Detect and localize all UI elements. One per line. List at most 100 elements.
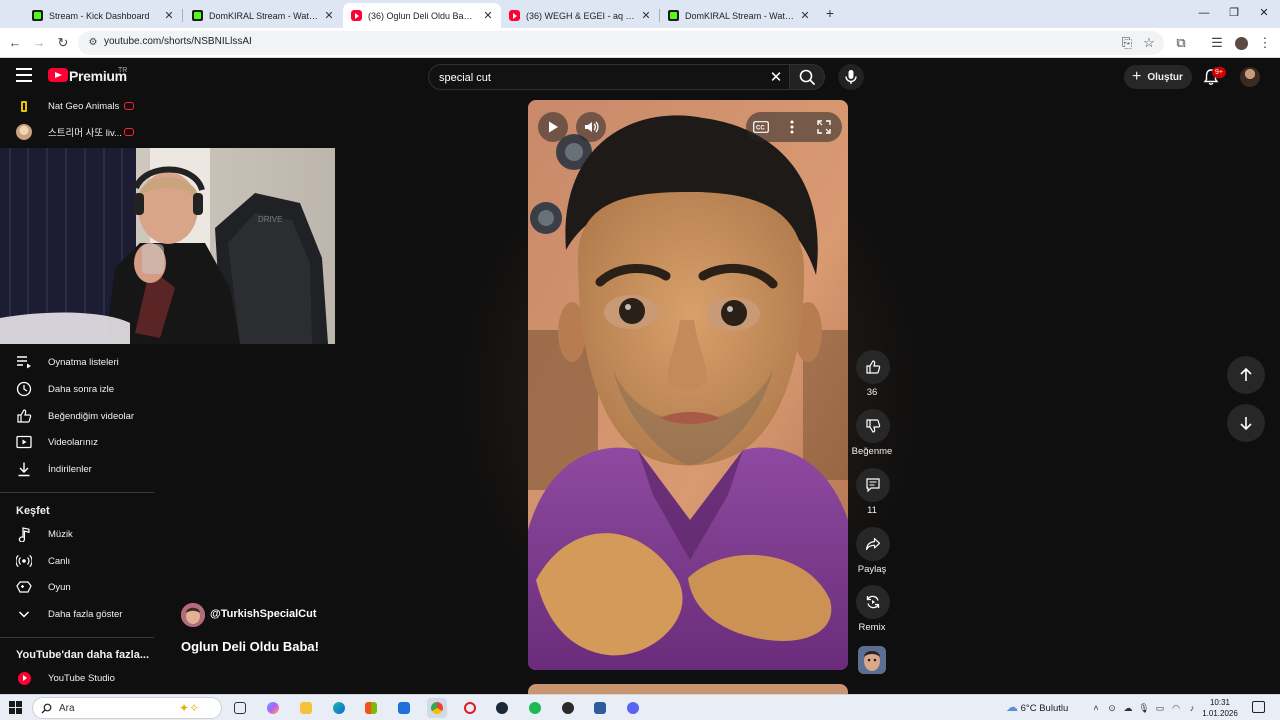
close-icon[interactable]: ✕ — [162, 9, 176, 22]
channel-avatar[interactable] — [181, 603, 205, 627]
weather-widget[interactable]: ☁ 6°C Bulutlu — [1006, 700, 1068, 714]
guide-item-live[interactable]: Canlı — [0, 548, 160, 574]
steam-icon[interactable] — [492, 698, 512, 718]
guide-item-your-videos[interactable]: Videolarınız — [0, 429, 160, 455]
shorts-video-player[interactable] — [528, 100, 848, 670]
create-label: Oluştur — [1147, 71, 1183, 83]
minimize-button[interactable]: — — [1192, 4, 1216, 22]
browser-tab-3[interactable]: (36) Oglun Deli Oldu Baba! - Yo ✕ — [343, 3, 501, 28]
microphone-icon[interactable]: 🎙 — [1138, 702, 1150, 714]
new-tab-button[interactable]: + — [822, 5, 838, 21]
more-options-button[interactable] — [780, 115, 804, 139]
copilot-icon[interactable] — [263, 698, 283, 718]
play-button[interactable] — [538, 112, 568, 142]
logo-country-code: TR — [118, 67, 128, 74]
site-info-icon[interactable]: ⚙ — [86, 35, 100, 51]
browser-menu-icon[interactable]: ⋮ — [1256, 34, 1274, 52]
like-count: 36 — [866, 387, 878, 398]
discord-icon[interactable] — [623, 698, 643, 718]
voice-search-button[interactable] — [838, 64, 864, 90]
reading-list-icon[interactable]: ☰ — [1208, 34, 1226, 52]
install-app-icon[interactable]: ⎘ — [1118, 34, 1136, 52]
browser-tab-4[interactable]: (36) WEGH & EGEI - aq (Officia ✕ — [501, 3, 660, 28]
spotify-icon[interactable] — [525, 698, 545, 718]
back-arrow-icon[interactable]: ← — [6, 34, 24, 52]
captions-button[interactable]: CC — [749, 115, 773, 139]
address-bar[interactable]: ⚙ youtube.com/shorts/NSBNILlssAI ⎘ ☆ — [78, 31, 1164, 55]
reload-icon[interactable]: ↻ — [54, 34, 72, 52]
network-icon[interactable]: ▭ — [1154, 702, 1166, 714]
task-view-icon[interactable] — [230, 698, 250, 718]
obs-icon[interactable] — [558, 698, 578, 718]
previous-short-button[interactable] — [1227, 356, 1265, 394]
guide-item-watch-later[interactable]: Daha sonra izle — [0, 376, 160, 402]
create-button[interactable]: + Oluştur — [1124, 65, 1192, 89]
guide-item-downloads[interactable]: İndirilenler — [0, 456, 160, 482]
guide-item-liked-videos[interactable]: Beğendiğim videolar — [0, 403, 160, 429]
guide-item-playlists[interactable]: Oynatma listeleri — [0, 349, 160, 375]
tab-title: (36) Oglun Deli Oldu Baba! - Yo — [368, 10, 477, 21]
extensions-icon[interactable]: ⧉ — [1172, 34, 1190, 52]
dislike-button[interactable] — [856, 409, 890, 443]
edge-icon[interactable] — [329, 698, 349, 718]
close-icon[interactable]: ✕ — [481, 9, 495, 22]
forward-arrow-icon[interactable]: → — [30, 34, 48, 52]
chevron-up-icon[interactable]: ˄ — [1090, 702, 1102, 714]
subscription-item[interactable]: Nat Geo Animals — [0, 93, 160, 119]
close-icon[interactable]: ✕ — [322, 9, 336, 22]
mail-icon[interactable] — [394, 698, 414, 718]
channel-handle[interactable]: @TurkishSpecialCut — [210, 608, 317, 620]
app-icon[interactable] — [590, 698, 610, 718]
guide-label: Videolarınız — [48, 436, 98, 448]
browser-tab-2[interactable]: DomKIRAL Stream - Watch Live ✕ — [184, 3, 342, 28]
guide-item-gaming[interactable]: Oyun — [0, 574, 160, 600]
search-input[interactable] — [439, 70, 759, 86]
next-short-button[interactable] — [1227, 404, 1265, 442]
webcam-overlay: DRIVE — [0, 148, 335, 344]
browser-tab-5[interactable]: DomKIRAL Stream - Watch Live ✕ — [660, 3, 818, 28]
subscription-item[interactable]: 스트리머 사또 liv... — [0, 119, 160, 145]
close-icon[interactable]: ✕ — [639, 9, 653, 22]
like-button[interactable] — [856, 350, 890, 384]
guide-item-show-more[interactable]: Daha fazla göster — [0, 601, 160, 627]
remix-button[interactable] — [856, 585, 890, 619]
close-icon[interactable]: ✕ — [798, 9, 812, 22]
wifi-icon[interactable]: ◠ — [1170, 702, 1182, 714]
file-explorer-icon[interactable] — [296, 698, 316, 718]
hamburger-menu-icon[interactable] — [16, 68, 32, 82]
notification-center-icon[interactable] — [1252, 701, 1265, 713]
taskbar-search[interactable]: Ara ✦✧ — [32, 697, 222, 719]
windows-start-icon[interactable] — [9, 701, 22, 714]
fullscreen-button[interactable] — [812, 115, 836, 139]
thumbs-up-icon — [17, 409, 32, 423]
onedrive-icon[interactable]: ☁ — [1122, 702, 1134, 714]
dislike-label: Beğenme — [851, 446, 893, 457]
browser-tab-1[interactable]: Stream - Kick Dashboard ✕ — [24, 3, 183, 28]
sound-thumbnail[interactable] — [858, 646, 886, 674]
comment-icon — [866, 478, 880, 493]
chrome-icon[interactable] — [427, 698, 447, 718]
restore-button[interactable]: ❐ — [1222, 4, 1246, 22]
channel-avatar — [16, 124, 32, 140]
guide-item-youtube-studio[interactable]: YouTube Studio — [0, 665, 160, 691]
clear-search-icon[interactable]: ✕ — [767, 69, 785, 87]
youtube-logo[interactable] — [48, 68, 68, 82]
url-text[interactable]: youtube.com/shorts/NSBNILlssAI — [104, 36, 252, 47]
guide-item-music[interactable]: Müzik — [0, 521, 160, 547]
browser-tab-strip: Stream - Kick Dashboard ✕ DomKIRAL Strea… — [0, 0, 1280, 28]
volume-button[interactable] — [576, 112, 606, 142]
profile-avatar[interactable] — [1232, 34, 1250, 52]
search-button[interactable] — [789, 64, 825, 90]
guide-label: Canlı — [48, 555, 71, 567]
share-button[interactable] — [856, 527, 890, 561]
account-avatar[interactable] — [1240, 67, 1260, 87]
window-close-button[interactable]: ✕ — [1252, 4, 1276, 22]
speaker-icon[interactable]: ♪ — [1186, 702, 1198, 714]
microsoft-store-icon[interactable] — [361, 698, 381, 718]
remix-label: Remix — [858, 622, 886, 633]
opera-icon[interactable] — [460, 698, 480, 718]
tray-app-icon[interactable]: ⊙ — [1106, 702, 1118, 714]
bookmark-star-icon[interactable]: ☆ — [1140, 34, 1158, 52]
comments-button[interactable] — [856, 468, 890, 502]
system-clock[interactable]: 10:31 1.01.2026 — [1200, 697, 1240, 719]
